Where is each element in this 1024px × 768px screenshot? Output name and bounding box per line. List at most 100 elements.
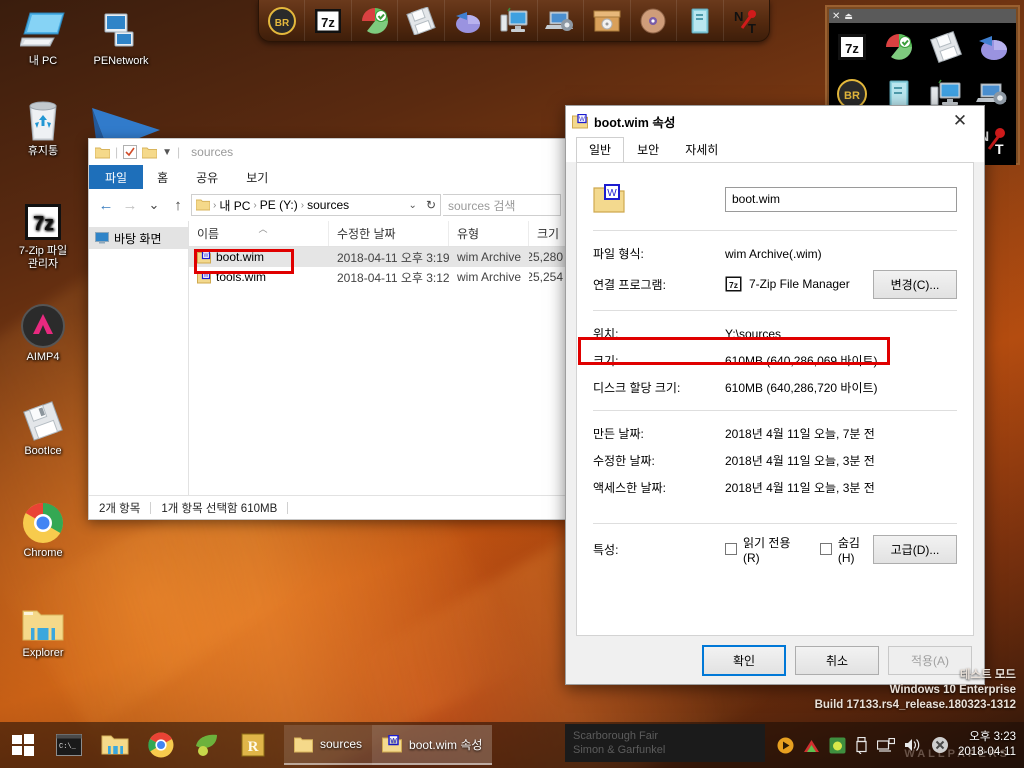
dialog-titlebar[interactable]: W boot.wim 속성 ✕ bbox=[566, 106, 984, 136]
command-prompt-icon[interactable]: C:\_ bbox=[46, 722, 92, 768]
desktop-icon-bootice[interactable]: BootIce bbox=[0, 396, 86, 458]
refresh-icon[interactable]: ↻ bbox=[426, 198, 436, 212]
sort-ascending-caret-icon: ︿ bbox=[258, 224, 268, 234]
breadcrumb-item-0[interactable]: 내 PC bbox=[219, 197, 250, 214]
ribbon-tab-home[interactable]: 홈 bbox=[143, 165, 182, 189]
file-type-cell: wim Archive bbox=[457, 250, 522, 264]
table-row[interactable]: W tools.wim 2018-04-11 오후 3:12 wim Archi… bbox=[189, 267, 567, 287]
close-icon[interactable]: ✕ bbox=[832, 11, 840, 22]
dock-item-cd-disc-icon[interactable] bbox=[631, 0, 678, 41]
column-header-size[interactable]: 크기 bbox=[529, 221, 567, 246]
search-placeholder: sources 검색 bbox=[448, 198, 516, 213]
desktop-icon-explorer[interactable]: Explorer bbox=[0, 598, 86, 660]
column-header-date[interactable]: 수정한 날짜 bbox=[329, 221, 449, 246]
advanced-button[interactable]: 고급(D)... bbox=[873, 534, 957, 564]
desktop-icon-7zip[interactable]: 7 z 7-Zip 파일 관리자 bbox=[0, 196, 86, 271]
file-name-row: W boot.wim bbox=[593, 177, 957, 221]
dock-item-partition-wizard-icon[interactable] bbox=[352, 0, 399, 41]
table-row[interactable]: W boot.wim 2018-04-11 오후 3:19 wim Archiv… bbox=[189, 247, 567, 267]
explorer-titlebar[interactable]: | ▼ | sources bbox=[89, 139, 567, 165]
ribbon-tab-view[interactable]: 보기 bbox=[232, 165, 282, 189]
file-list-column-headers[interactable]: 이름 ︿ 수정한 날짜 유형 크기 bbox=[189, 221, 567, 247]
dock-item-br-icon[interactable]: BR bbox=[259, 0, 306, 41]
tool-floppy-disk-icon[interactable] bbox=[929, 30, 963, 63]
desktop-icon-aimp4[interactable]: AIMP4 bbox=[0, 302, 86, 364]
leaf-icon[interactable] bbox=[184, 722, 230, 768]
tool-7zip-icon[interactable]: 7z bbox=[835, 32, 869, 62]
dock-item-floppy-disk-icon[interactable] bbox=[398, 0, 445, 41]
svg-text:BR: BR bbox=[844, 90, 860, 102]
explorer-file-list[interactable]: 이름 ︿ 수정한 날짜 유형 크기 W boot.wim 2018-04-11 … bbox=[189, 221, 567, 495]
ribbon-tab-file[interactable]: 파일 bbox=[89, 165, 144, 189]
taskbar-window-sources[interactable]: sources bbox=[284, 725, 373, 765]
media-play-icon[interactable] bbox=[777, 737, 794, 754]
desktop-icon bbox=[95, 232, 109, 244]
breadcrumb-item-1[interactable]: PE (Y:) bbox=[260, 198, 298, 212]
svg-text:7: 7 bbox=[33, 213, 44, 235]
hidden-checkbox[interactable]: 숨김(H) bbox=[819, 534, 873, 565]
change-button[interactable]: 변경(C)... bbox=[873, 269, 957, 299]
explorer-navigation-bar[interactable]: ← → ⌄ ↑ › 내 PC › PE (Y:) › sources ⌄ ↻ s… bbox=[89, 189, 567, 221]
eject-icon[interactable]: ⏏ bbox=[844, 11, 853, 22]
search-input[interactable]: sources 검색 bbox=[443, 194, 561, 216]
tab-details[interactable]: 자세히 bbox=[672, 137, 731, 162]
up-arrow-icon[interactable]: ↑ bbox=[167, 194, 189, 216]
recent-locations-chevron-down-icon[interactable]: ⌄ bbox=[143, 194, 165, 216]
dock-item-nt-key-icon[interactable]: N T bbox=[724, 0, 769, 41]
aimp-tray-icon[interactable] bbox=[803, 738, 820, 753]
desktop-icon-label: BootIce bbox=[24, 445, 62, 457]
tab-general[interactable]: 일반 bbox=[576, 137, 625, 162]
chrome-icon[interactable] bbox=[138, 722, 184, 768]
forward-arrow-icon[interactable]: → bbox=[119, 194, 141, 216]
filename-input[interactable]: boot.wim bbox=[725, 186, 957, 212]
explorer-sidebar[interactable]: 바탕 화면 bbox=[89, 221, 189, 495]
breadcrumb-item-2[interactable]: sources bbox=[307, 198, 349, 212]
dock-item-archive-box-icon[interactable] bbox=[584, 0, 631, 41]
dock-item-notepad-book-icon[interactable] bbox=[677, 0, 724, 41]
new-folder-icon[interactable] bbox=[142, 146, 158, 159]
opens-with-row: 연결 프로그램: 7z 7-Zip File Manager 변경(C)... bbox=[593, 267, 957, 301]
desktop-icon-chrome[interactable]: Chrome bbox=[0, 498, 86, 560]
sidebar-item-desktop[interactable]: 바탕 화면 bbox=[89, 227, 188, 249]
tab-security[interactable]: 보안 bbox=[624, 137, 672, 162]
top-dock-bar[interactable]: BR 7z N T bbox=[258, 0, 770, 42]
checkbox-box-icon[interactable] bbox=[819, 543, 832, 555]
checkbox-box-icon[interactable] bbox=[725, 543, 737, 555]
desktop-icon-recycle-bin[interactable]: 휴지통 bbox=[0, 96, 86, 158]
taskbar[interactable]: C:\_ R sources W boot.wim 속성 오후 3:23 201… bbox=[0, 722, 1024, 768]
tool-partition-wizard-icon[interactable] bbox=[881, 31, 917, 63]
file-name-cell[interactable]: W boot.wim bbox=[189, 250, 329, 264]
back-arrow-icon[interactable]: ← bbox=[95, 194, 117, 216]
properties-check-icon[interactable] bbox=[123, 145, 138, 159]
file-explorer-icon[interactable] bbox=[92, 722, 138, 768]
desktop-icon-penetwork[interactable]: PENetwork bbox=[78, 6, 164, 68]
close-icon[interactable]: ✕ bbox=[942, 107, 978, 135]
readonly-checkbox[interactable]: 읽기 전용(R) bbox=[725, 534, 802, 565]
r-drive-image-icon[interactable]: R bbox=[230, 722, 276, 768]
dock-item-pie-partition-icon[interactable] bbox=[445, 0, 492, 41]
tool-pie-partition-icon[interactable] bbox=[975, 31, 1011, 63]
ok-button[interactable]: 확인 bbox=[702, 644, 786, 676]
usb-eject-icon[interactable] bbox=[855, 736, 868, 754]
dialog-tabs[interactable]: 일반 보안 자세히 bbox=[566, 136, 984, 162]
taskbar-window-label: boot.wim 속성 bbox=[409, 737, 483, 752]
file-name-cell[interactable]: W tools.wim bbox=[189, 270, 329, 284]
dock-item-7zip-icon[interactable]: 7z bbox=[305, 0, 352, 41]
chevron-down-icon[interactable]: ▼ bbox=[162, 147, 172, 158]
desktop-icon-my-pc[interactable]: 내 PC bbox=[0, 6, 86, 68]
windows-start-icon[interactable] bbox=[0, 722, 46, 768]
column-header-type[interactable]: 유형 bbox=[449, 221, 529, 246]
ribbon-tab-share[interactable]: 공유 bbox=[182, 165, 232, 189]
explorer-ribbon-tabs[interactable]: 파일 홈 공유 보기 bbox=[89, 165, 567, 189]
breadcrumb[interactable]: › 내 PC › PE (Y:) › sources ⌄ ↻ bbox=[191, 194, 441, 216]
dock-item-desktop-pc-icon[interactable] bbox=[491, 0, 538, 41]
taskbar-window-bootwim-properties[interactable]: W boot.wim 속성 bbox=[372, 725, 493, 765]
column-header-name[interactable]: 이름 ︿ bbox=[189, 221, 329, 246]
breadcrumb-chevron-down-icon[interactable]: ⌄ bbox=[409, 200, 417, 211]
file-date-cell: 2018-04-11 오후 3:12 bbox=[337, 270, 449, 285]
dock-item-laptop-settings-icon[interactable] bbox=[538, 0, 585, 41]
explorer-window[interactable]: | ▼ | sources 파일 홈 공유 보기 ← → ⌄ ↑ › 내 PC … bbox=[88, 138, 568, 520]
network-icon[interactable] bbox=[877, 737, 896, 753]
green-app-icon[interactable] bbox=[829, 737, 846, 754]
properties-dialog[interactable]: W boot.wim 속성 ✕ 일반 보안 자세히 W boot.wim 파일 … bbox=[565, 105, 985, 685]
